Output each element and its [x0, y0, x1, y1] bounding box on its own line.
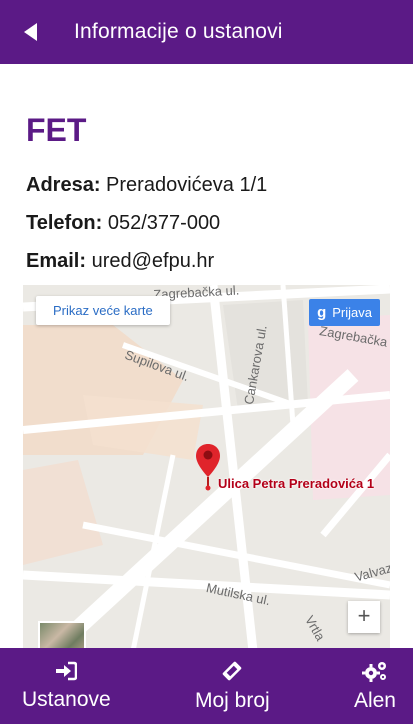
- phone-row: Telefon: 052/377-000: [26, 213, 388, 233]
- email-value[interactable]: ured@efpu.hr: [92, 250, 215, 272]
- nav-item-ustanove[interactable]: Ustanove: [22, 661, 111, 712]
- email-row: Email: ured@efpu.hr: [26, 251, 388, 271]
- address-value: Preradovićeva 1/1: [106, 174, 268, 196]
- nav-label: Alen: [353, 688, 396, 712]
- institution-info: FET Adresa: Preradovićeva 1/1 Telefon: 0…: [26, 112, 388, 289]
- nav-item-moj-broj[interactable]: Moj broj: [195, 660, 270, 713]
- back-arrow-icon: [24, 23, 37, 41]
- google-plus-icon: g: [317, 304, 327, 321]
- page-title: Informacije o ustanovi: [74, 20, 283, 43]
- phone-value[interactable]: 052/377-000: [108, 212, 220, 234]
- nav-label: Ustanove: [22, 687, 111, 711]
- location-map[interactable]: Zagrebačka ul. Zagrebačka Supilova ul. C…: [23, 285, 390, 651]
- zoom-in-button[interactable]: +: [348, 601, 380, 633]
- address-row: Adresa: Preradovićeva 1/1: [26, 175, 388, 195]
- ticket-icon: [223, 661, 242, 680]
- gears-icon: [361, 661, 386, 682]
- bottom-navigation: Ustanove Moj broj Alen: [0, 648, 413, 724]
- back-button[interactable]: [0, 0, 60, 64]
- address-label: Adresa:: [26, 174, 101, 196]
- phone-label: Telefon:: [26, 212, 103, 234]
- map-login-button[interactable]: g Prijava: [309, 299, 380, 326]
- view-larger-map-link[interactable]: Prikaz veće karte: [36, 296, 170, 325]
- email-label: Email:: [26, 250, 87, 272]
- institution-name: FET: [26, 112, 87, 148]
- sign-in-icon: [56, 661, 78, 680]
- map-login-label: Prijava: [332, 305, 372, 320]
- satellite-view-toggle[interactable]: [38, 621, 86, 651]
- pin-address-label: Ulica Petra Preradovića 1: [218, 476, 375, 491]
- app-header: Informacije o ustanovi: [0, 0, 413, 64]
- nav-item-alen[interactable]: Alen: [354, 660, 396, 713]
- nav-label: Moj broj: [194, 688, 270, 712]
